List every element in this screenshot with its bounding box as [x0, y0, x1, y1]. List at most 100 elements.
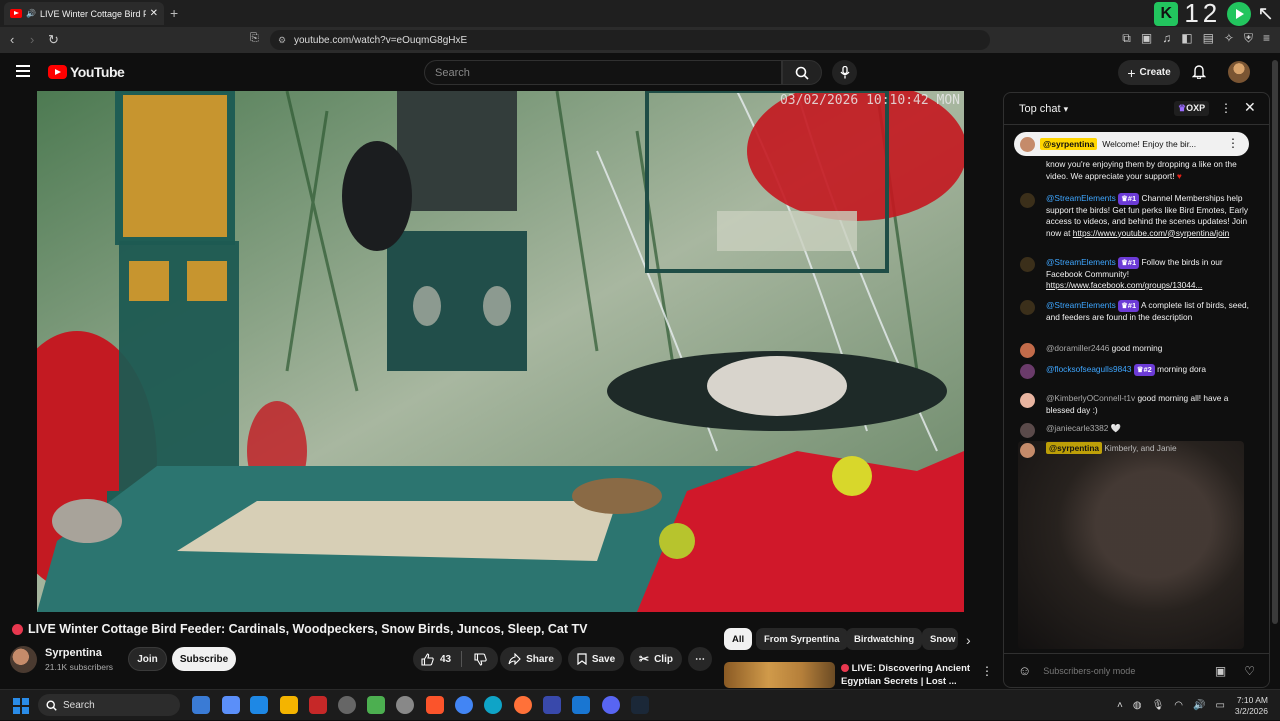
wifi-icon[interactable]: ◠ [1174, 700, 1183, 711]
notifications-bell-icon[interactable] [1192, 64, 1206, 79]
clip-button[interactable]: ✂ Clip [630, 647, 682, 671]
gaming-app-icon[interactable] [543, 696, 561, 714]
channel-avatar[interactable] [10, 646, 37, 673]
emoji-icon[interactable]: ☺ [1018, 663, 1031, 678]
username[interactable]: @janiecarle3382 [1046, 423, 1108, 433]
username[interactable]: @doramiller2446 [1046, 343, 1109, 353]
badge-label: #1 [1127, 194, 1137, 203]
chat-footer: ☺ Subscribers-only mode ▣ ♡ [1004, 653, 1269, 687]
system-clock[interactable]: 7:10 AM 3/2/2026 [1235, 695, 1268, 717]
chip-snow[interactable]: Snow [922, 628, 958, 650]
page-scrollbar[interactable] [1272, 60, 1278, 624]
discord-app-icon[interactable] [602, 696, 620, 714]
username[interactable]: @StreamElements [1046, 257, 1116, 267]
camera-timestamp-overlay: 03/02/2026 10:10:42 MON [779, 93, 960, 108]
chip-from-channel[interactable]: From Syrpentina [756, 628, 848, 650]
related-video-thumbnail[interactable] [724, 662, 835, 688]
close-chat-icon[interactable]: ✕ [1244, 99, 1256, 116]
tray-overflow-icon[interactable]: ˄ [1117, 700, 1123, 711]
username[interactable]: @KimberlyOConnell-t1v [1046, 393, 1135, 403]
media-app-icon[interactable] [309, 696, 327, 714]
bookmark-icon[interactable]: ⎘ [250, 32, 259, 45]
username[interactable]: @StreamElements [1046, 300, 1116, 310]
username[interactable]: @flocksofseagulls9843 [1046, 364, 1131, 374]
chat-mode-label: Top chat [1019, 102, 1061, 115]
screenshot-icon[interactable]: ▣ [1141, 31, 1152, 46]
reload-icon[interactable]: ↻ [48, 32, 59, 48]
shield-app-icon[interactable] [367, 696, 385, 714]
ai-icon[interactable]: ✧ [1224, 31, 1234, 46]
taskbar-search[interactable]: Search [38, 694, 180, 716]
money-icon[interactable]: ▣ [1215, 664, 1226, 678]
user-avatar [1020, 193, 1035, 208]
related-video-title[interactable]: LIVE: Discovering Ancient Egyptian Secre… [841, 662, 971, 688]
join-button[interactable]: Join [128, 647, 167, 671]
message-link[interactable]: https://www.facebook.com/groups/13044... [1046, 280, 1202, 290]
music-icon[interactable]: ♫ [1162, 31, 1171, 46]
remote-app-icon[interactable] [250, 696, 268, 714]
save-button[interactable]: Save [568, 647, 624, 671]
pinned-message[interactable]: @syrpentina Welcome! Enjoy the bir... ⋮ [1014, 132, 1249, 156]
edge-browser-icon[interactable] [484, 696, 502, 714]
windows-start-icon[interactable] [13, 698, 29, 714]
steam-app-icon[interactable] [631, 696, 649, 714]
youtube-logo[interactable]: YouTube [48, 64, 125, 80]
username[interactable]: @syrpentina [1046, 442, 1103, 454]
channel-name[interactable]: Syrpentina [45, 647, 102, 659]
arrow-extension-icon[interactable]: ↖ [1257, 1, 1274, 26]
chips-next-arrow-icon[interactable]: › [966, 632, 971, 648]
chip-birdwatching[interactable]: Birdwatching [846, 628, 923, 650]
brave-browser-icon[interactable] [426, 696, 444, 714]
like-heart-icon[interactable]: ♡ [1244, 664, 1255, 678]
create-button[interactable]: + Create [1118, 60, 1180, 85]
pinned-options-icon[interactable]: ⋮ [1227, 136, 1239, 150]
browser-tab[interactable]: 🔊 LIVE Winter Cottage Bird F ✕ [4, 2, 164, 25]
chat-options-icon[interactable]: ⋮ [1220, 101, 1232, 115]
file-explorer-icon[interactable] [280, 696, 298, 714]
vscode-app-icon[interactable] [572, 696, 590, 714]
url-field[interactable]: ⚙ youtube.com/watch?v=eOuqmG8gHxE [270, 30, 990, 50]
more-actions-button[interactable]: ⋯ [688, 647, 712, 671]
subscriber-count: 21.1K subscribers [45, 662, 114, 672]
new-tab-button[interactable]: + [170, 5, 178, 21]
extensions-icon[interactable]: ⧉ [1122, 31, 1131, 46]
site-info-icon[interactable]: ⚙ [278, 35, 286, 46]
network-icon[interactable]: ◍ [1133, 700, 1142, 711]
dislike-button[interactable] [474, 652, 487, 666]
subscribe-button[interactable]: Subscribe [172, 647, 236, 671]
chat-mode-dropdown[interactable]: Top chat ▾ [1019, 103, 1068, 115]
shield-icon[interactable]: ⛨ [1244, 31, 1253, 46]
back-icon[interactable]: ‹ [10, 32, 14, 47]
mic-tray-icon[interactable]: 🎙 [1152, 700, 1165, 711]
account-avatar[interactable] [1228, 61, 1250, 83]
sidebar-icon[interactable]: ◧ [1181, 31, 1192, 46]
chip-all[interactable]: All [724, 628, 753, 650]
search-button[interactable] [782, 60, 822, 85]
wallet-icon[interactable]: ▤ [1203, 31, 1214, 46]
forward-icon[interactable]: › [30, 32, 34, 47]
widgets-app-icon[interactable] [192, 696, 210, 714]
video-player[interactable]: 03/02/2026 10:10:42 MON [37, 91, 964, 612]
close-tab-icon[interactable]: ✕ [150, 8, 158, 19]
task-view-icon[interactable] [222, 696, 240, 714]
play-extension-icon[interactable] [1227, 1, 1252, 26]
share-button[interactable]: Share [500, 647, 562, 671]
youtube-header: YouTube Search + Create [0, 53, 1280, 91]
firefox-browser-icon[interactable] [514, 696, 532, 714]
voice-search-button[interactable] [832, 60, 857, 85]
audio-icon[interactable]: 🔊 [26, 9, 36, 18]
search-input[interactable]: Search [424, 60, 782, 85]
like-button[interactable]: 43 [421, 652, 451, 666]
menu-icon[interactable]: ≡ [1263, 31, 1270, 46]
chrome-browser-icon[interactable] [455, 696, 473, 714]
related-more-icon[interactable]: ⋮ [981, 664, 993, 678]
volume-icon[interactable]: 🔊 [1193, 700, 1205, 711]
oxp-badge[interactable]: ♛OXP [1174, 101, 1210, 116]
battery-icon[interactable]: ▭ [1215, 700, 1224, 711]
menu-icon[interactable] [16, 65, 30, 77]
clock-app-icon[interactable] [338, 696, 356, 714]
message-link[interactable]: https://www.youtube.com/@syrpentina/join [1073, 228, 1229, 238]
username[interactable]: @StreamElements [1046, 193, 1116, 203]
settings-app-icon[interactable] [396, 696, 414, 714]
k-extension-icon[interactable]: K [1154, 1, 1179, 26]
